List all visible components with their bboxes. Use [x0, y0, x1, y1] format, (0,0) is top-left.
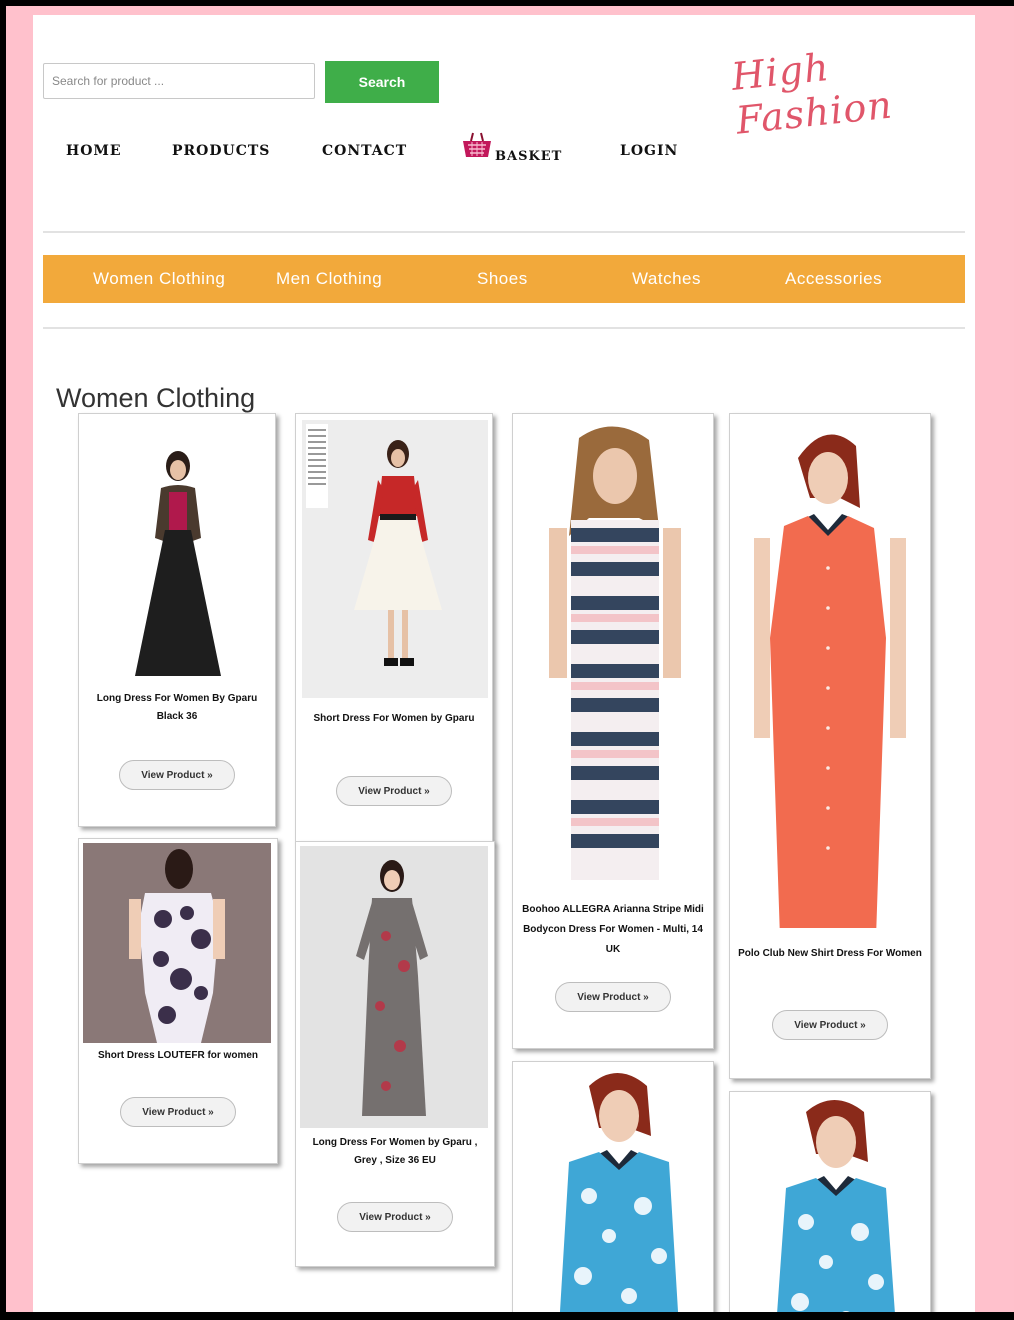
- view-product-button[interactable]: View Product »: [119, 760, 235, 790]
- product-title[interactable]: Short Dress For Women by Gparu: [302, 710, 486, 728]
- view-product-button[interactable]: View Product »: [555, 982, 671, 1012]
- category-women-clothing[interactable]: Women Clothing: [93, 269, 225, 289]
- view-product-button[interactable]: View Product »: [120, 1097, 236, 1127]
- view-product-button[interactable]: View Product »: [337, 1202, 453, 1232]
- product-card: Short Dress LOUTEFR for women View Produ…: [78, 838, 278, 1164]
- product-card: [729, 1091, 931, 1312]
- product-card: Boohoo ALLEGRA Arianna Stripe Midi Bodyc…: [512, 413, 714, 1049]
- product-title[interactable]: Polo Club New Shirt Dress For Women: [736, 944, 924, 964]
- nav-home[interactable]: HOME: [66, 143, 122, 159]
- search-input[interactable]: [43, 63, 315, 99]
- category-shoes[interactable]: Shoes: [477, 269, 528, 289]
- view-product-button[interactable]: View Product »: [336, 776, 452, 806]
- main-nav: HOME PRODUCTS CONTACT BASKET LOGIN: [33, 132, 713, 183]
- window-frame-bottom: [0, 1312, 1014, 1320]
- product-image[interactable]: [736, 1096, 926, 1312]
- basket-icon[interactable]: [461, 131, 493, 159]
- nav-basket[interactable]: BASKET: [495, 149, 562, 164]
- view-product-button[interactable]: View Product »: [772, 1010, 888, 1040]
- product-card: Long Dress For Women by Gparu , Grey , S…: [295, 841, 495, 1267]
- nav-products[interactable]: PRODUCTS: [172, 143, 270, 159]
- window-frame-top: [0, 0, 1014, 6]
- product-card: Long Dress For Women By Gparu Black 36 V…: [78, 413, 276, 827]
- nav-login[interactable]: LOGIN: [620, 143, 678, 159]
- brand-logo[interactable]: High Fashion: [729, 35, 925, 143]
- divider: [43, 327, 965, 329]
- product-image[interactable]: [519, 418, 709, 896]
- category-accessories[interactable]: Accessories: [785, 269, 882, 289]
- product-title[interactable]: Long Dress For Women by Gparu , Grey , S…: [302, 1134, 488, 1170]
- section-title: Women Clothing: [56, 383, 256, 414]
- product-card: Short Dress For Women by Gparu View Prod…: [295, 413, 493, 843]
- category-men-clothing[interactable]: Men Clothing: [276, 269, 382, 289]
- product-image[interactable]: [300, 846, 488, 1128]
- product-title[interactable]: Short Dress LOUTEFR for women: [85, 1047, 271, 1065]
- product-image[interactable]: [519, 1066, 709, 1312]
- category-bar: Women Clothing Men Clothing Shoes Watche…: [43, 255, 965, 303]
- search-button[interactable]: Search: [325, 61, 439, 103]
- product-image[interactable]: [736, 418, 926, 928]
- product-title[interactable]: Long Dress For Women By Gparu Black 36: [85, 690, 269, 726]
- product-title[interactable]: Boohoo ALLEGRA Arianna Stripe Midi Bodyc…: [519, 900, 707, 960]
- product-image[interactable]: [302, 420, 488, 698]
- nav-contact[interactable]: CONTACT: [322, 143, 407, 159]
- category-watches[interactable]: Watches: [632, 269, 701, 289]
- page-container: Search High Fashion HOME PRODUCTS CONTAC…: [33, 15, 975, 1312]
- product-card: [512, 1061, 714, 1312]
- product-image[interactable]: [83, 418, 273, 684]
- window-frame-left: [0, 0, 6, 1320]
- product-image[interactable]: [83, 843, 271, 1043]
- product-card: Polo Club New Shirt Dress For Women View…: [729, 413, 931, 1079]
- divider: [43, 231, 965, 233]
